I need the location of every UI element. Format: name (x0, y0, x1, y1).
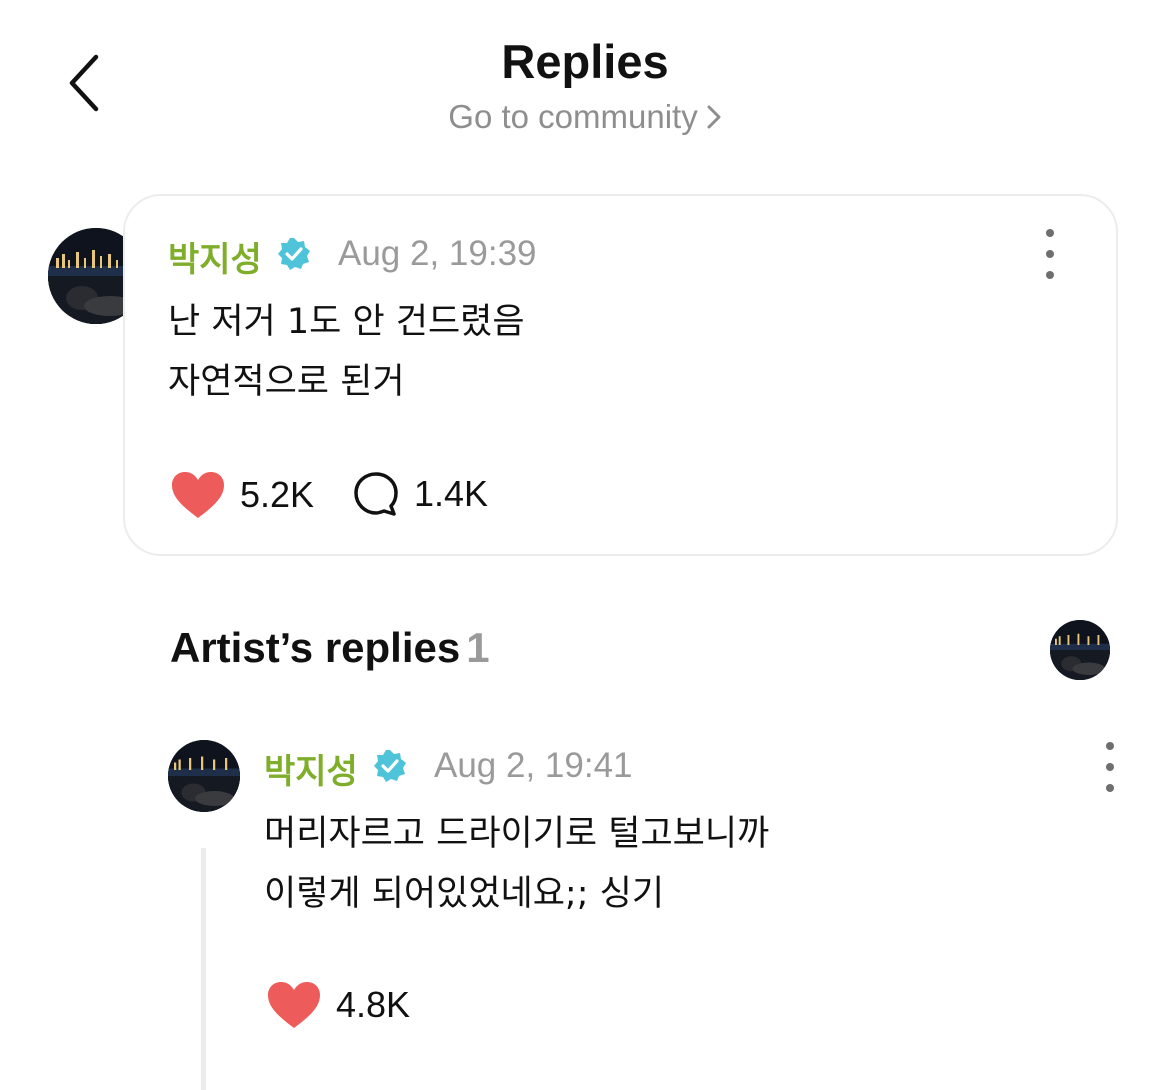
reply-username[interactable]: 박지성 (264, 744, 358, 793)
avatar-image (1050, 620, 1110, 680)
reply-avatar[interactable] (168, 740, 240, 812)
post-timestamp: Aug 2, 19:39 (338, 234, 537, 273)
reply-like-button[interactable]: 4.8K (266, 980, 410, 1030)
avatar-image (168, 740, 240, 812)
reply-like-count: 4.8K (336, 984, 411, 1025)
go-to-community-link[interactable]: Go to community (0, 98, 1170, 136)
verified-badge-icon (278, 238, 310, 270)
page-title: Replies (501, 35, 669, 88)
artist-replies-label: Artist’s replies (170, 624, 461, 671)
heart-icon (172, 472, 224, 518)
post-body: 난 저거 1도 안 건드렸음 자연적으로 된거 (168, 302, 525, 402)
reply-body: 머리자르고 드라이기로 털고보니까 이렇게 되어있었네요;; 싱기 (264, 814, 770, 914)
artist-replies-count: 1 (466, 624, 490, 671)
reply-timestamp: Aug 2, 19:41 (434, 746, 633, 785)
more-vertical-icon (1106, 742, 1114, 750)
more-options-button[interactable] (1035, 229, 1065, 279)
artist-replies-title: Artist’s replies 1 (170, 624, 490, 672)
verified-badge-icon (374, 750, 406, 782)
like-button[interactable]: 5.2K (170, 470, 314, 520)
comment-button[interactable]: 1.4K (352, 470, 488, 518)
heart-icon (268, 982, 320, 1028)
thread-line (201, 848, 206, 1090)
comment-count: 1.4K (414, 473, 489, 514)
go-to-community-label: Go to community (448, 98, 698, 135)
chevron-right-icon (707, 105, 721, 129)
post-username[interactable]: 박지성 (168, 232, 262, 281)
like-count: 5.2K (240, 474, 315, 515)
replies-screen: Replies Go to community 박지성 Aug 2, 19:39… (0, 0, 1170, 1090)
reply-more-options-button[interactable] (1095, 742, 1125, 792)
comment-bubble-icon (354, 472, 398, 516)
more-vertical-icon (1046, 229, 1054, 237)
artist-avatar[interactable] (1050, 620, 1110, 680)
